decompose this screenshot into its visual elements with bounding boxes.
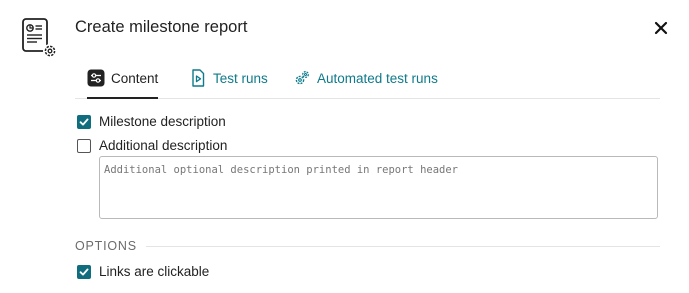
report-settings-icon: [20, 17, 60, 59]
milestone-description-checkbox[interactable]: [77, 114, 91, 129]
checkmark-icon: [79, 118, 89, 125]
checkmark-icon: [79, 268, 89, 275]
dialog-title: Create milestone report: [75, 18, 248, 36]
options-heading: OPTIONS: [75, 239, 137, 253]
additional-description-option: Additional description: [77, 138, 227, 153]
links-clickable-label: Links are clickable: [99, 264, 210, 279]
tab-bar: Content Test runs Automated test runs: [75, 58, 660, 99]
sliders-icon: [87, 69, 105, 87]
tab-test-runs-label: Test runs: [213, 70, 268, 86]
additional-description-placeholder: Additional optional description printed …: [104, 164, 459, 176]
tab-test-runs[interactable]: Test runs: [189, 58, 268, 98]
additional-description-textarea[interactable]: Additional optional description printed …: [99, 156, 658, 219]
additional-description-label: Additional description: [99, 138, 228, 153]
close-icon[interactable]: [652, 19, 670, 37]
gears-icon: [293, 69, 311, 87]
tab-automated-test-runs-label: Automated test runs: [317, 70, 438, 86]
tab-content-label: Content: [111, 70, 159, 86]
milestone-description-option: Milestone description: [77, 114, 226, 129]
tab-content[interactable]: Content: [87, 58, 159, 99]
links-clickable-checkbox[interactable]: [77, 264, 91, 279]
milestone-description-label: Milestone description: [99, 114, 226, 129]
play-document-icon: [189, 69, 207, 87]
options-divider: [146, 246, 660, 247]
links-clickable-option: Links are clickable: [77, 264, 209, 279]
additional-description-checkbox[interactable]: [77, 138, 91, 153]
tab-automated-test-runs[interactable]: Automated test runs: [293, 58, 438, 98]
